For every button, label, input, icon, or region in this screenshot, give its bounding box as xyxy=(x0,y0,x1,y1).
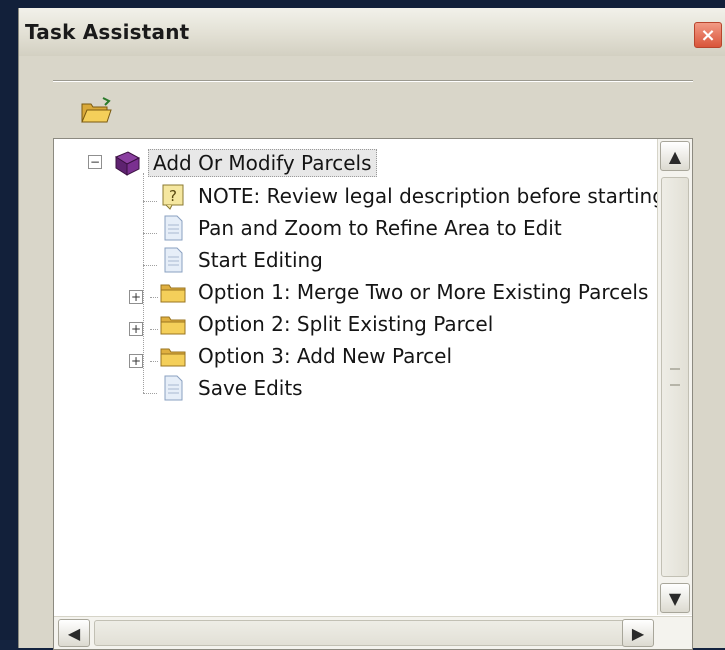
tree-item-label: Option 1: Merge Two or More Existing Par… xyxy=(198,280,649,304)
tree-connector xyxy=(143,201,157,202)
horizontal-scrollbar[interactable]: ◀ ▶ xyxy=(54,616,692,649)
tree-connector xyxy=(143,233,157,234)
close-icon: × xyxy=(700,24,716,46)
tree-connector xyxy=(150,329,158,330)
tree-item-label: Option 3: Add New Parcel xyxy=(198,344,453,368)
svg-text:?: ? xyxy=(169,187,177,205)
tree-connector xyxy=(150,361,158,362)
tree-item-label: Start Editing xyxy=(198,248,323,272)
tree-item-start-editing[interactable]: Start Editing xyxy=(158,245,327,275)
desktop-background-left xyxy=(0,0,18,640)
folder-icon xyxy=(160,284,186,303)
tree-item-option-2[interactable]: Option 2: Split Existing Parcel xyxy=(158,309,497,339)
window-title: Task Assistant xyxy=(25,20,190,44)
scroll-up-button[interactable]: ▲ xyxy=(660,141,690,171)
title-bar[interactable]: Task Assistant × xyxy=(19,8,725,56)
tree-item-label: Pan and Zoom to Refine Area to Edit xyxy=(198,216,562,240)
chevron-down-icon: ▼ xyxy=(668,588,682,608)
scroll-left-button[interactable]: ◀ xyxy=(58,619,90,647)
tree-root-item[interactable]: Add Or Modify Parcels xyxy=(112,148,377,178)
tree-item-label: NOTE: Review legal description before st… xyxy=(198,184,665,208)
page-icon xyxy=(164,215,183,241)
expand-toggle[interactable]: + xyxy=(129,354,143,368)
scroll-right-button[interactable]: ▶ xyxy=(622,619,654,647)
open-task-button[interactable] xyxy=(79,96,113,126)
tree-item-label: Option 2: Split Existing Parcel xyxy=(198,312,494,336)
expand-toggle[interactable]: + xyxy=(129,290,143,304)
tree-connector xyxy=(150,297,158,298)
folder-icon xyxy=(160,348,186,367)
expand-toggle[interactable]: + xyxy=(129,322,143,336)
page-icon xyxy=(164,375,183,401)
book-icon xyxy=(114,151,141,176)
toolbar-separator xyxy=(53,80,693,82)
page-icon xyxy=(164,247,183,273)
grip-icon xyxy=(670,368,680,386)
tree-root-label: Add Or Modify Parcels xyxy=(148,149,377,177)
collapse-toggle[interactable]: − xyxy=(88,155,102,169)
tree-item-note[interactable]: ? NOTE: Review legal description before … xyxy=(158,181,669,211)
desktop-background-top xyxy=(0,0,725,8)
tree-item-label: Save Edits xyxy=(198,376,303,400)
tree-connector xyxy=(143,393,157,394)
folder-icon xyxy=(160,316,186,335)
tree-item-option-3[interactable]: Option 3: Add New Parcel xyxy=(158,341,456,371)
close-button[interactable]: × xyxy=(694,22,722,48)
note-icon: ? xyxy=(162,184,184,210)
tree-item-pan-zoom[interactable]: Pan and Zoom to Refine Area to Edit xyxy=(158,213,566,243)
task-tree-panel[interactable]: − Add Or Modify Parcels ? NOTE: Review l… xyxy=(53,138,693,650)
chevron-up-icon: ▲ xyxy=(668,146,682,166)
tree-connector xyxy=(143,173,144,393)
task-assistant-window: Task Assistant × − Add Or Modify Parcels… xyxy=(18,8,725,650)
vertical-scrollbar[interactable]: ▲ ▼ xyxy=(657,139,692,615)
scroll-down-button[interactable]: ▼ xyxy=(660,583,690,613)
horizontal-scroll-thumb[interactable] xyxy=(94,620,648,646)
vertical-scroll-thumb[interactable] xyxy=(661,177,689,577)
folder-open-icon xyxy=(81,97,112,123)
tree-item-option-1[interactable]: Option 1: Merge Two or More Existing Par… xyxy=(158,277,652,307)
tree-connector xyxy=(143,265,157,266)
tree-item-save-edits[interactable]: Save Edits xyxy=(158,373,307,403)
